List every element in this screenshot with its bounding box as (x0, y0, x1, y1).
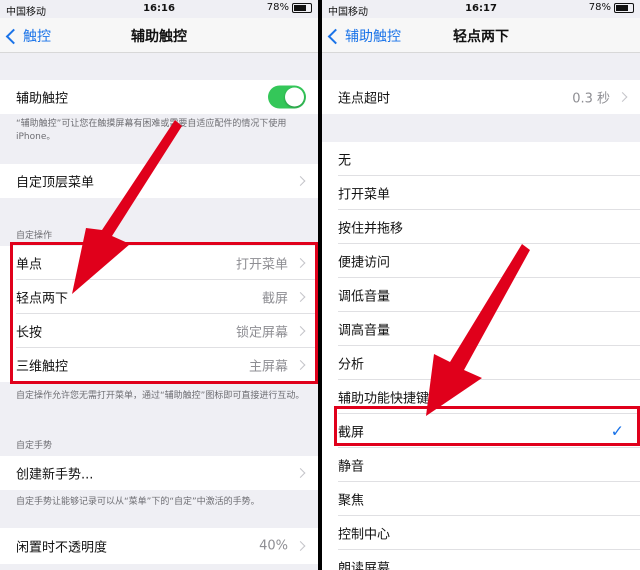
chevron-right-icon (295, 258, 306, 268)
action-row-single-tap[interactable]: 单点 打开菜单 (0, 246, 318, 280)
option-label: 分析 (338, 357, 365, 373)
row-value: 0.3 秒 (572, 91, 610, 107)
option-row[interactable]: 截屏 ✓ (322, 414, 640, 448)
option-row[interactable]: 调高音量 (322, 312, 640, 346)
battery-indicator: 78% (267, 2, 312, 13)
tap-timeout-row[interactable]: 连点超时 0.3 秒 (322, 80, 640, 114)
status-bar: 中国移动 16:17 78% (322, 0, 640, 18)
row-value: 打开菜单 (235, 257, 288, 273)
option-label: 控制中心 (338, 527, 391, 543)
row-label: 辅助触控 (16, 91, 69, 107)
row-label: 闲置时不透明度 (16, 540, 108, 556)
option-row[interactable]: 按住并拖移 (322, 210, 640, 244)
chevron-right-icon (295, 360, 306, 370)
row-label: 轻点两下 (16, 291, 69, 307)
chevron-right-icon (295, 292, 306, 302)
create-gesture-row[interactable]: 创建新手势... (0, 456, 318, 490)
option-row[interactable]: 打开菜单 (322, 176, 640, 210)
nav-bar: 触控 辅助触控 (0, 18, 318, 53)
option-label: 截屏 (338, 425, 365, 441)
option-row[interactable]: 无 (322, 142, 640, 176)
battery-icon (614, 2, 634, 13)
option-label: 朗读屏幕 (338, 561, 391, 570)
nav-bar: 辅助触控 轻点两下 (322, 18, 640, 53)
row-label: 创建新手势... (16, 467, 94, 483)
row-value: 主屏幕 (248, 359, 288, 375)
battery-percent: 78% (266, 2, 289, 13)
option-label: 静音 (338, 459, 365, 475)
row-label: 单点 (16, 257, 43, 273)
page-title: 辅助触控 (131, 29, 187, 45)
chevron-right-icon (295, 176, 306, 186)
action-row-double-tap[interactable]: 轻点两下 截屏 (0, 280, 318, 314)
option-label: 聚焦 (338, 493, 365, 509)
page-title: 轻点两下 (453, 29, 509, 45)
option-label: 打开菜单 (338, 187, 391, 203)
toggle-footnote: “辅助触控”可让您在触摸屏幕有困难或需要自适应配件的情况下使用iPhone。 (16, 119, 287, 142)
row-label: 三维触控 (16, 359, 69, 375)
option-label: 无 (338, 153, 352, 169)
option-row[interactable]: 控制中心 (322, 516, 640, 550)
assistive-touch-switch[interactable] (268, 85, 306, 109)
chevron-right-icon (295, 541, 306, 551)
option-row[interactable]: 便捷访问 (322, 244, 640, 278)
row-value: 锁定屏幕 (235, 325, 288, 341)
battery-indicator: 78% (589, 2, 634, 13)
option-row[interactable]: 辅助功能快捷键 (322, 380, 640, 414)
checkmark-icon: ✓ (610, 421, 624, 441)
idle-opacity-row[interactable]: 闲置时不透明度 40% (0, 528, 318, 564)
row-label: 自定顶层菜单 (16, 175, 95, 191)
option-row[interactable]: 分析 (322, 346, 640, 380)
chevron-right-icon (295, 468, 306, 478)
option-row[interactable]: 聚焦 (322, 482, 640, 516)
option-row[interactable]: 静音 (322, 448, 640, 482)
battery-percent: 78% (588, 2, 611, 13)
battery-icon (292, 2, 312, 13)
chevron-right-icon (295, 326, 306, 336)
option-row[interactable]: 调低音量 (322, 278, 640, 312)
assistive-touch-screen: 中国移动 16:16 78% 触控 辅助触控 辅助触控 “辅助触控”可让您在触摸… (0, 0, 318, 570)
row-label: 长按 (16, 325, 43, 341)
row-label: 连点超时 (338, 91, 391, 107)
switch-knob (285, 87, 304, 107)
double-tap-screen: 中国移动 16:17 78% 辅助触控 轻点两下 连点超时 0.3 秒 无打开菜… (322, 0, 640, 570)
composite-screenshot: 中国移动 16:16 78% 触控 辅助触控 辅助触控 “辅助触控”可让您在触摸… (0, 0, 640, 570)
option-label: 调低音量 (338, 289, 391, 305)
option-row[interactable]: 朗读屏幕 (322, 550, 640, 570)
option-label: 调高音量 (338, 323, 391, 339)
section-header-custom-gestures: 自定手势 (16, 441, 53, 451)
section-header-custom-actions: 自定操作 (16, 231, 53, 241)
actions-footnote: 自定操作允许您无需打开菜单，通过“辅助触控”图标即可直接进行互动。 (16, 391, 305, 401)
option-label: 便捷访问 (338, 255, 391, 271)
assistive-touch-toggle-row[interactable]: 辅助触控 (0, 80, 318, 114)
gesture-footnote: 自定手势让能够记录可以从“菜单”下的“自定”中激活的手势。 (16, 497, 260, 507)
row-value: 截屏 (261, 291, 288, 307)
action-row-3d-touch[interactable]: 三维触控 主屏幕 (0, 348, 318, 382)
option-label: 按住并拖移 (338, 221, 404, 237)
customize-top-menu-row[interactable]: 自定顶层菜单 (0, 164, 318, 198)
chevron-right-icon (617, 92, 628, 102)
status-bar: 中国移动 16:16 78% (0, 0, 318, 18)
action-row-long-press[interactable]: 长按 锁定屏幕 (0, 314, 318, 348)
option-label: 辅助功能快捷键 (338, 391, 430, 407)
row-value: 40% (259, 538, 288, 554)
